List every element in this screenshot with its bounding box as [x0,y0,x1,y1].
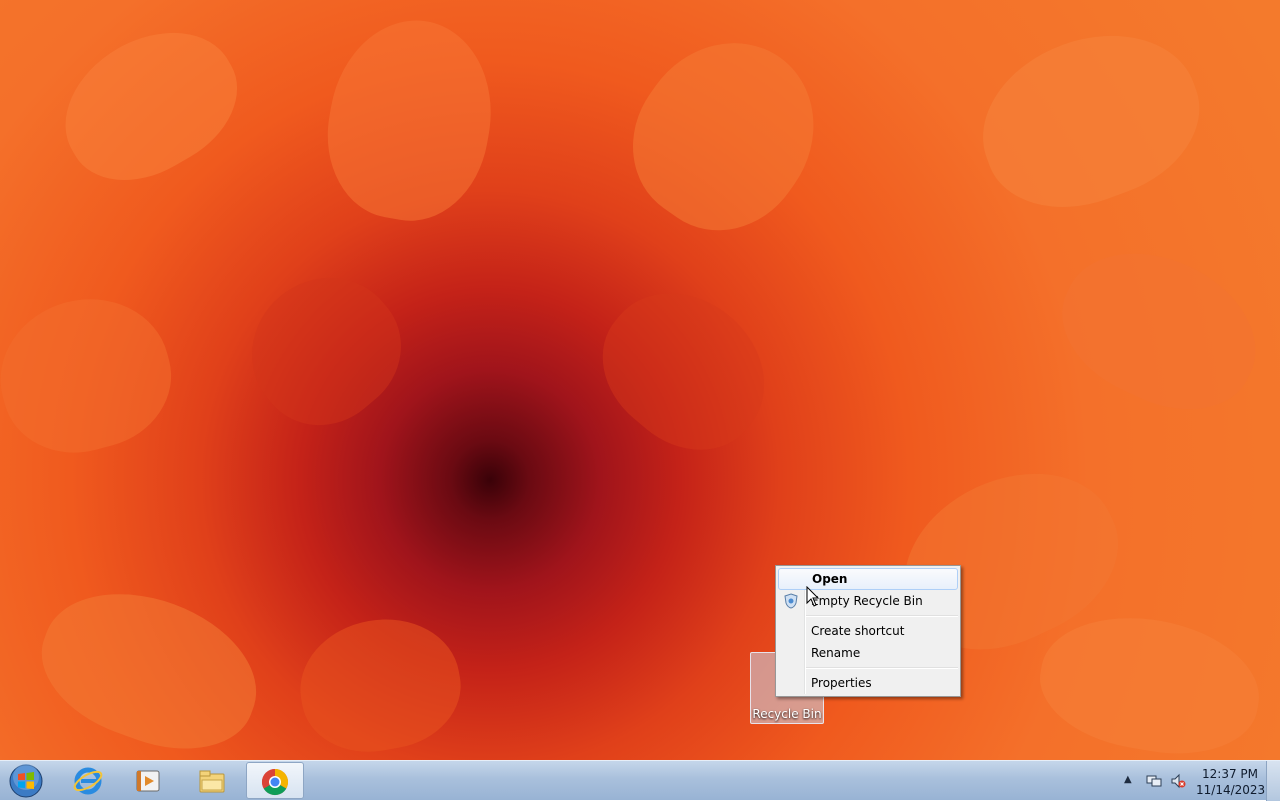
file-explorer-icon [199,770,225,793]
network-icon[interactable] [1146,773,1162,789]
wallpaper-petal [39,3,261,207]
show-hidden-icons-arrow[interactable]: ▲ [1124,774,1132,785]
chrome-icon [261,768,289,796]
wallpaper-petal [1039,224,1280,436]
wallpaper-petal [574,261,796,479]
wallpaper-petal [0,280,187,470]
context-menu: Open Empty Recycle Bin Create shortcut R… [775,565,961,697]
menu-item-open[interactable]: Open [778,568,958,590]
start-button[interactable] [4,762,48,800]
wallpaper-petal [600,8,850,262]
menu-item-label: Create shortcut [811,624,905,638]
show-desktop-button[interactable] [1266,761,1280,801]
menu-item-rename[interactable]: Rename [778,642,958,664]
internet-explorer-icon [73,767,103,795]
volume-muted-icon[interactable] [1170,773,1186,789]
menu-item-label: Properties [811,676,872,690]
menu-item-label: Open [812,572,848,586]
wallpaper-petal [313,7,507,233]
wallpaper-petal [22,566,278,760]
menu-separator [806,615,958,617]
menu-item-label: Rename [811,646,861,660]
taskbar-chrome[interactable] [246,762,304,799]
system-clock[interactable]: 12:37 PM 11/14/2023 [1196,766,1266,798]
menu-separator [806,667,958,669]
menu-item-label: Empty Recycle Bin [811,594,923,608]
menu-item-create-shortcut[interactable]: Create shortcut [778,620,958,642]
taskbar-media-player[interactable] [120,762,178,799]
windows-start-orb-icon [9,764,43,798]
menu-item-properties[interactable]: Properties [778,672,958,694]
recycle-bin-label: Recycle Bin [752,707,822,721]
wallpaper-petal [222,248,428,452]
shield-icon [784,593,798,609]
desktop[interactable]: Recycle Bin Open Empty Recycle Bin Creat… [0,0,1280,760]
wallpaper-petal [289,607,471,760]
menu-item-empty-recycle-bin[interactable]: Empty Recycle Bin [778,590,958,612]
taskbar: ▲ 12:37 PM 11/14/2023 [0,760,1280,801]
wallpaper-petal [1030,601,1270,760]
taskbar-internet-explorer[interactable] [60,762,118,799]
clock-date: 11/14/2023 [1196,783,1266,797]
taskbar-file-explorer[interactable] [184,762,242,799]
wallpaper-petal [959,7,1221,233]
clock-time: 12:37 PM [1202,767,1258,781]
media-player-icon [136,770,160,792]
mouse-cursor-icon [806,586,820,607]
